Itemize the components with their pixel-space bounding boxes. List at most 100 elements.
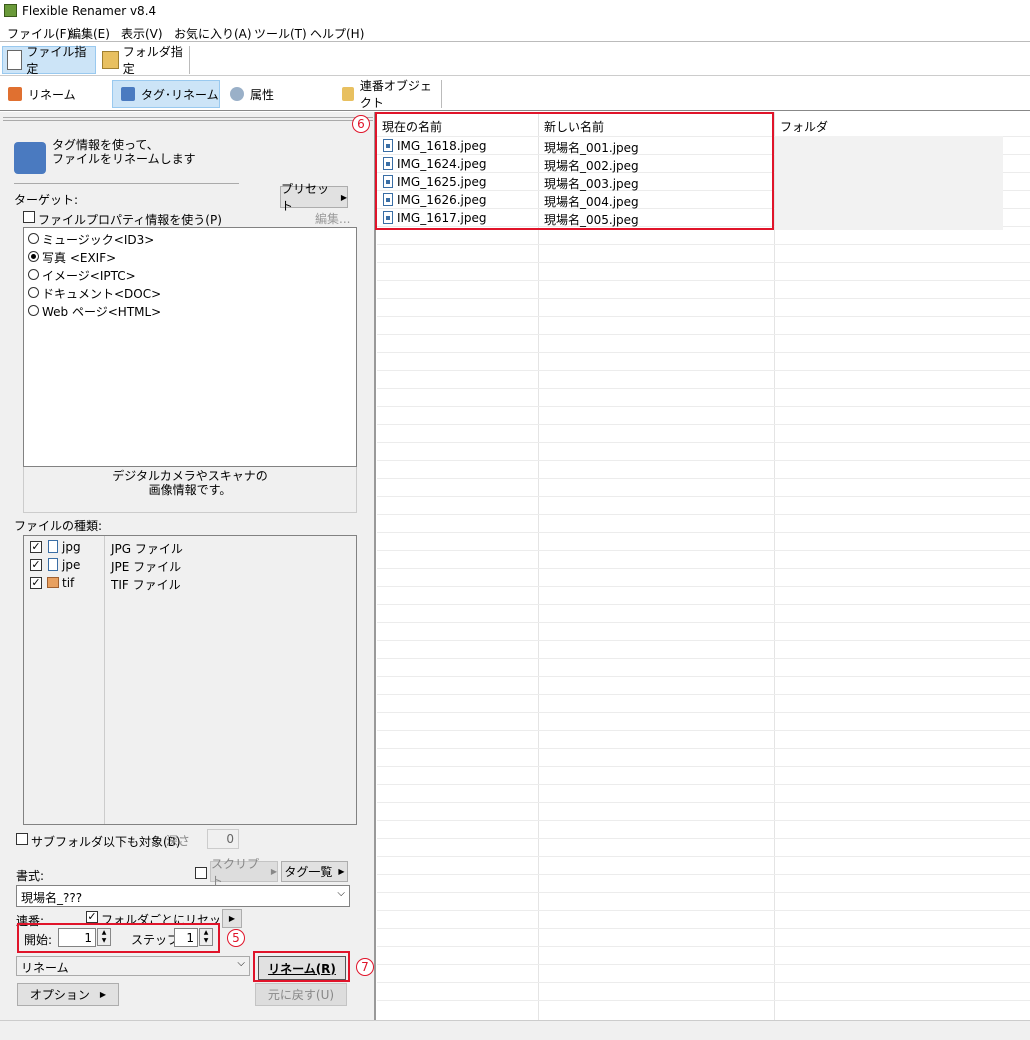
tab-serial-object[interactable]: 連番オブジェクト <box>334 79 442 110</box>
arrow-right-icon: ▶ <box>340 192 347 202</box>
annotation-number-5: 5 <box>227 929 245 947</box>
mode-toolbar: ファイル指定 フォルダ指定 <box>0 43 1030 76</box>
format-input[interactable]: 現場名_??? ⌵ <box>16 885 350 907</box>
folder-mode-label: フォルダ指定 <box>122 45 183 76</box>
row-divider <box>377 622 1030 623</box>
undo-button[interactable]: 元に戻す(U) <box>255 983 347 1006</box>
rename-icon <box>8 87 22 101</box>
format-label: 書式: <box>16 869 45 883</box>
file-type-checkbox[interactable]: ✓ <box>30 577 42 589</box>
subfolder-checkbox[interactable] <box>16 833 28 845</box>
row-divider <box>377 694 1030 695</box>
script-button-label: スクリプト <box>211 856 260 888</box>
chevron-down-icon: ⌵ <box>237 958 245 969</box>
menu-file[interactable]: ファイル(F) <box>7 25 71 42</box>
row-divider <box>377 928 1030 929</box>
tab-rename[interactable]: リネーム <box>0 80 110 108</box>
radio-document[interactable] <box>28 287 39 298</box>
row-divider <box>377 586 1030 587</box>
options-button-label: オプション <box>29 988 90 1002</box>
file-mode-button[interactable]: ファイル指定 <box>2 45 96 76</box>
panel-description: タグ情報を使って、 ファイルをリネームします <box>52 138 196 166</box>
target-description-box: デジタルカメラやスキャナの 画像情報です。 <box>23 467 357 513</box>
file-type-ext: jpg <box>62 540 81 554</box>
menu-favorites[interactable]: お気に入り(A) <box>174 25 252 42</box>
depth-label: 深さ <box>166 834 191 848</box>
file-types-list: ✓ jpg JPG ファイル ✓ jpe JPE ファイル ✓ tif TIF … <box>23 535 357 825</box>
serial-menu-button[interactable]: ▶ <box>222 909 242 928</box>
menu-help[interactable]: ヘルプ(H) <box>310 25 364 42</box>
row-divider <box>377 658 1030 659</box>
arrow-right-icon: ▶ <box>99 990 107 999</box>
edit-link[interactable]: 編集... <box>315 210 350 227</box>
radio-web[interactable] <box>28 305 39 316</box>
window-title: Flexible Renamer v8.4 <box>22 4 157 18</box>
radio-photo[interactable] <box>28 251 39 262</box>
row-divider <box>377 262 1030 263</box>
action-select[interactable]: リネーム ⌵ <box>16 956 250 976</box>
file-type-checkbox[interactable]: ✓ <box>30 541 42 553</box>
row-divider <box>377 442 1030 443</box>
column-divider <box>538 112 539 1020</box>
script-checkbox[interactable] <box>195 867 207 879</box>
status-bar <box>0 1020 1030 1040</box>
row-divider <box>377 496 1030 497</box>
option-image: イメージ<IPTC> <box>42 269 136 283</box>
tif-file-icon <box>47 577 59 588</box>
row-divider <box>377 946 1030 947</box>
menu-tools[interactable]: ツール(T) <box>254 25 307 42</box>
panel-splitter[interactable] <box>3 117 373 121</box>
radio-image[interactable] <box>28 269 39 280</box>
target-label: ターゲット: <box>14 193 79 207</box>
script-button[interactable]: スクリプト ▶ <box>210 857 278 888</box>
row-divider <box>377 982 1030 983</box>
row-divider <box>377 964 1030 965</box>
menu-edit[interactable]: 編集(E) <box>69 25 110 42</box>
option-web: Web ページ<HTML> <box>42 305 162 319</box>
row-divider <box>377 532 1030 533</box>
tag-list-button-label: タグ一覧 <box>284 865 333 879</box>
tab-serial-object-label: 連番オブジェクト <box>359 79 432 110</box>
folder-column-fill <box>775 136 1003 230</box>
column-header-folder[interactable]: フォルダ <box>780 118 828 135</box>
file-type-checkbox[interactable]: ✓ <box>30 559 42 571</box>
tab-attributes[interactable]: 属性 <box>222 80 332 108</box>
menu-view[interactable]: 表示(V) <box>121 25 163 42</box>
file-type-desc: JPG ファイル <box>111 542 183 556</box>
use-file-property-label: ファイルプロパティ情報を使う(P) <box>38 213 222 227</box>
row-divider <box>377 316 1030 317</box>
title-bar: Flexible Renamer v8.4 <box>0 0 1030 22</box>
row-divider <box>377 838 1030 839</box>
jpe-file-icon <box>48 558 58 571</box>
tab-rename-label: リネーム <box>28 87 76 102</box>
tab-attributes-label: 属性 <box>250 87 275 102</box>
undo-button-label: 元に戻す(U) <box>267 988 335 1002</box>
tag-rename-panel: タグ情報を使って、 ファイルをリネームします ターゲット: プリセット ▶ ファイ… <box>0 112 376 1020</box>
divider <box>14 183 239 184</box>
use-file-property-checkbox[interactable] <box>23 211 35 223</box>
file-type-desc: TIF ファイル <box>111 578 181 592</box>
row-divider <box>377 730 1030 731</box>
column-divider <box>774 112 775 1020</box>
tag-list-button[interactable]: タグ一覧 ▶ <box>281 861 348 882</box>
tag-rename-icon <box>121 87 135 101</box>
annotation-box-5 <box>17 923 220 953</box>
row-divider <box>377 748 1030 749</box>
reset-per-folder-checkbox[interactable]: ✓ <box>86 911 98 923</box>
folder-mode-button[interactable]: フォルダ指定 <box>98 45 190 76</box>
radio-music[interactable] <box>28 233 39 244</box>
options-button[interactable]: オプション ▶ <box>17 983 119 1006</box>
row-divider <box>377 766 1030 767</box>
depth-value: 0 <box>226 832 234 846</box>
serial-object-icon <box>342 87 354 101</box>
row-divider <box>377 874 1030 875</box>
row-divider <box>377 676 1030 677</box>
option-document: ドキュメント<DOC> <box>42 287 162 301</box>
depth-input[interactable]: 0 <box>207 829 239 849</box>
annotation-number-6: 6 <box>352 115 370 133</box>
preset-button[interactable]: プリセット ▶ <box>280 182 348 213</box>
tab-tag-rename[interactable]: タグ･リネーム <box>112 80 220 108</box>
file-mode-label: ファイル指定 <box>26 45 87 76</box>
arrow-right-icon: ▶ <box>228 914 236 923</box>
row-divider <box>377 424 1030 425</box>
